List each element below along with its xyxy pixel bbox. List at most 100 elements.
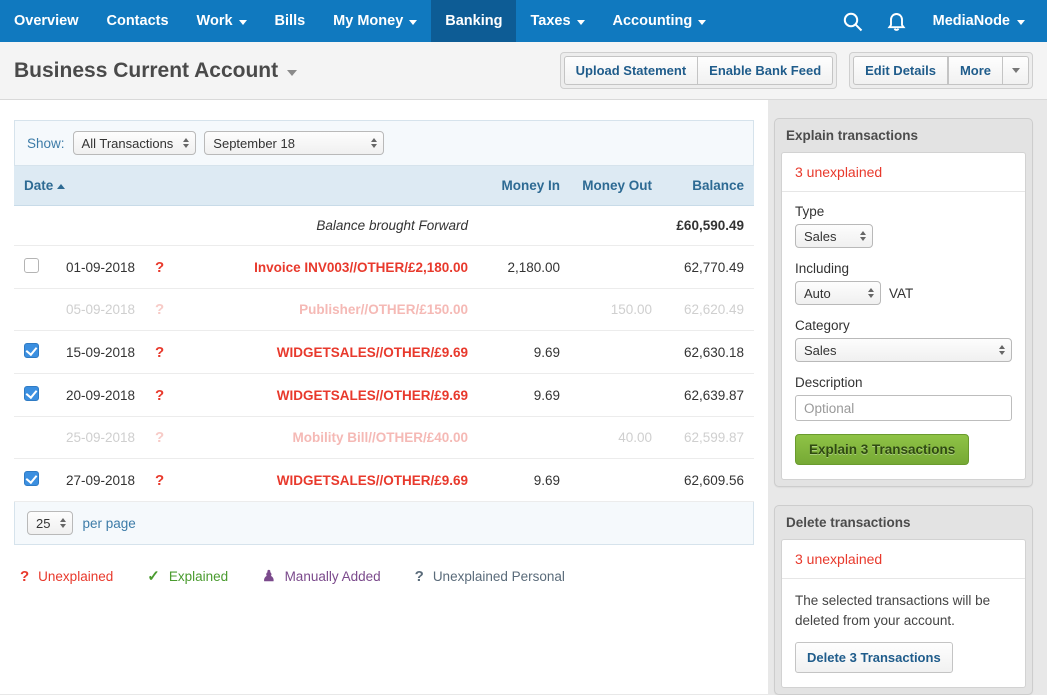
table-row: 05-09-2018?Publisher//OTHER/£150.00150.0… xyxy=(14,289,754,331)
legend-item-explained[interactable]: ✓Explained xyxy=(147,567,228,585)
more-button[interactable]: More xyxy=(948,56,1003,85)
category-value: Sales xyxy=(804,343,837,358)
column-header-money-out[interactable]: Money Out xyxy=(570,166,662,206)
header-actions: Upload Statement Enable Bank Feed Edit D… xyxy=(560,52,1033,89)
chevron-down-icon xyxy=(577,20,585,25)
explain-transactions-button[interactable]: Explain 3 Transactions xyxy=(795,434,969,465)
unexplained-status-icon[interactable]: ? xyxy=(155,259,164,276)
row-checkbox-cell xyxy=(14,374,49,417)
unexplained-status-icon[interactable]: ? xyxy=(155,472,164,489)
explain-panel-body: 3 unexplained Type Sales Including xyxy=(781,152,1026,480)
nav-item-accounting[interactable]: Accounting xyxy=(599,0,721,42)
category-select[interactable]: Sales xyxy=(795,338,1012,362)
account-title-dropdown[interactable]: Business Current Account xyxy=(14,59,297,83)
person-icon: ♟ xyxy=(262,567,275,585)
category-field: Category Sales xyxy=(795,318,1012,362)
legend-item-unexplained[interactable]: ?Unexplained xyxy=(20,568,113,585)
row-checkbox-cell xyxy=(14,289,49,331)
nav-item-label: Work xyxy=(197,13,233,29)
user-account-menu[interactable]: MediaNode xyxy=(921,13,1033,29)
nav-right-actions: MediaNode xyxy=(833,0,1047,42)
nav-item-taxes[interactable]: Taxes xyxy=(516,0,598,42)
description-field: Description xyxy=(795,375,1012,421)
including-label: Including xyxy=(795,261,1012,276)
stepper-arrows-icon xyxy=(371,138,377,148)
unexplained-status-icon[interactable]: ? xyxy=(155,301,164,318)
row-description-link[interactable]: Publisher//OTHER/£150.00 xyxy=(299,302,468,317)
chevron-down-icon xyxy=(239,20,247,25)
row-money-in: 9.69 xyxy=(478,459,570,502)
legend-item-unexplained-personal[interactable]: ?Unexplained Personal xyxy=(415,568,565,585)
including-select[interactable]: Auto xyxy=(795,281,881,305)
nav-item-bills[interactable]: Bills xyxy=(261,0,320,42)
row-money-in xyxy=(478,289,570,331)
including-value: Auto xyxy=(804,286,831,301)
page-title: Business Current Account xyxy=(14,59,278,83)
delete-panel-body: 3 unexplained The selected transactions … xyxy=(781,539,1026,688)
nav-item-contacts[interactable]: Contacts xyxy=(93,0,183,42)
nav-item-banking[interactable]: Banking xyxy=(431,0,516,42)
transactions-filter-select[interactable]: All Transactions xyxy=(73,131,197,155)
description-input[interactable] xyxy=(795,395,1012,421)
more-dropdown-toggle[interactable] xyxy=(1003,56,1029,85)
row-money-out xyxy=(570,246,662,289)
row-date: 01-09-2018 xyxy=(49,246,145,289)
row-money-out: 40.00 xyxy=(570,417,662,459)
row-description-link[interactable]: Mobility Bill//OTHER/£40.00 xyxy=(292,430,468,445)
edit-details-button[interactable]: Edit Details xyxy=(853,56,948,85)
row-money-in: 9.69 xyxy=(478,374,570,417)
nav-item-my-money[interactable]: My Money xyxy=(319,0,431,42)
nav-item-label: Banking xyxy=(445,13,502,29)
statement-button-group: Upload Statement Enable Bank Feed xyxy=(560,52,838,89)
table-body: Balance brought Forward£60,590.4901-09-2… xyxy=(14,206,754,502)
legend-item-manually-added[interactable]: ♟ Manually Added xyxy=(262,567,381,585)
row-description-link[interactable]: WIDGETSALES//OTHER/£9.69 xyxy=(277,345,468,360)
per-page-select[interactable]: 25 xyxy=(27,511,73,535)
including-field: Including Auto VAT xyxy=(795,261,1012,305)
type-value: Sales xyxy=(804,229,837,244)
column-header-balance[interactable]: Balance xyxy=(662,166,754,206)
stepper-arrows-icon xyxy=(183,138,189,148)
row-description-link[interactable]: Invoice INV003//OTHER/£2,180.00 xyxy=(254,260,468,275)
transactions-filter-value: All Transactions xyxy=(82,136,174,151)
row-date: 05-09-2018 xyxy=(49,289,145,331)
sort-ascending-icon xyxy=(57,184,65,189)
nav-item-work[interactable]: Work xyxy=(183,0,261,42)
delete-transactions-button[interactable]: Delete 3 Transactions xyxy=(795,642,953,673)
row-checkbox[interactable] xyxy=(24,386,39,401)
delete-panel-title: Delete transactions xyxy=(775,506,1032,539)
nav-item-overview[interactable]: Overview xyxy=(0,0,93,42)
type-select[interactable]: Sales xyxy=(795,224,873,248)
filter-bar: Show: All Transactions September 18 xyxy=(14,120,754,165)
period-filter-select[interactable]: September 18 xyxy=(204,131,384,155)
row-description-link[interactable]: WIDGETSALES//OTHER/£9.69 xyxy=(277,473,468,488)
upload-statement-button[interactable]: Upload Statement xyxy=(564,56,699,85)
column-header-money-in[interactable]: Money In xyxy=(478,166,570,206)
enable-bank-feed-button[interactable]: Enable Bank Feed xyxy=(698,56,833,85)
row-checkbox[interactable] xyxy=(24,471,39,486)
search-icon[interactable] xyxy=(833,0,873,42)
details-button-group: Edit Details More xyxy=(849,52,1033,89)
top-navigation-bar: OverviewContacts Work BillsMy Money Banking… xyxy=(0,0,1047,42)
legend-item-label: Explained xyxy=(169,569,228,584)
table-row: 15-09-2018?WIDGETSALES//OTHER/£9.699.696… xyxy=(14,331,754,374)
unexplained-status-icon[interactable]: ? xyxy=(155,344,164,361)
unexplained-status-icon[interactable]: ? xyxy=(155,387,164,404)
legend-item-label: Manually Added xyxy=(285,569,381,584)
row-checkbox[interactable] xyxy=(24,258,39,273)
delete-panel-message: The selected transactions will be delete… xyxy=(782,579,1025,630)
row-description-link[interactable]: WIDGETSALES//OTHER/£9.69 xyxy=(277,388,468,403)
bell-icon[interactable] xyxy=(877,0,917,42)
explain-panel-title: Explain transactions xyxy=(775,119,1032,152)
row-checkbox[interactable] xyxy=(24,343,39,358)
sidebar: Explain transactions 3 unexplained Type … xyxy=(768,100,1047,694)
question-mark-icon: ? xyxy=(415,568,424,585)
row-checkbox-cell xyxy=(14,459,49,502)
nav-item-label: Accounting xyxy=(613,13,693,29)
table-row: 25-09-2018?Mobility Bill//OTHER/£40.0040… xyxy=(14,417,754,459)
row-money-in: 9.69 xyxy=(478,331,570,374)
column-header-date[interactable]: Date xyxy=(14,166,174,206)
stepper-arrows-icon xyxy=(868,288,874,298)
vat-label: VAT xyxy=(889,286,913,301)
unexplained-status-icon[interactable]: ? xyxy=(155,429,164,446)
